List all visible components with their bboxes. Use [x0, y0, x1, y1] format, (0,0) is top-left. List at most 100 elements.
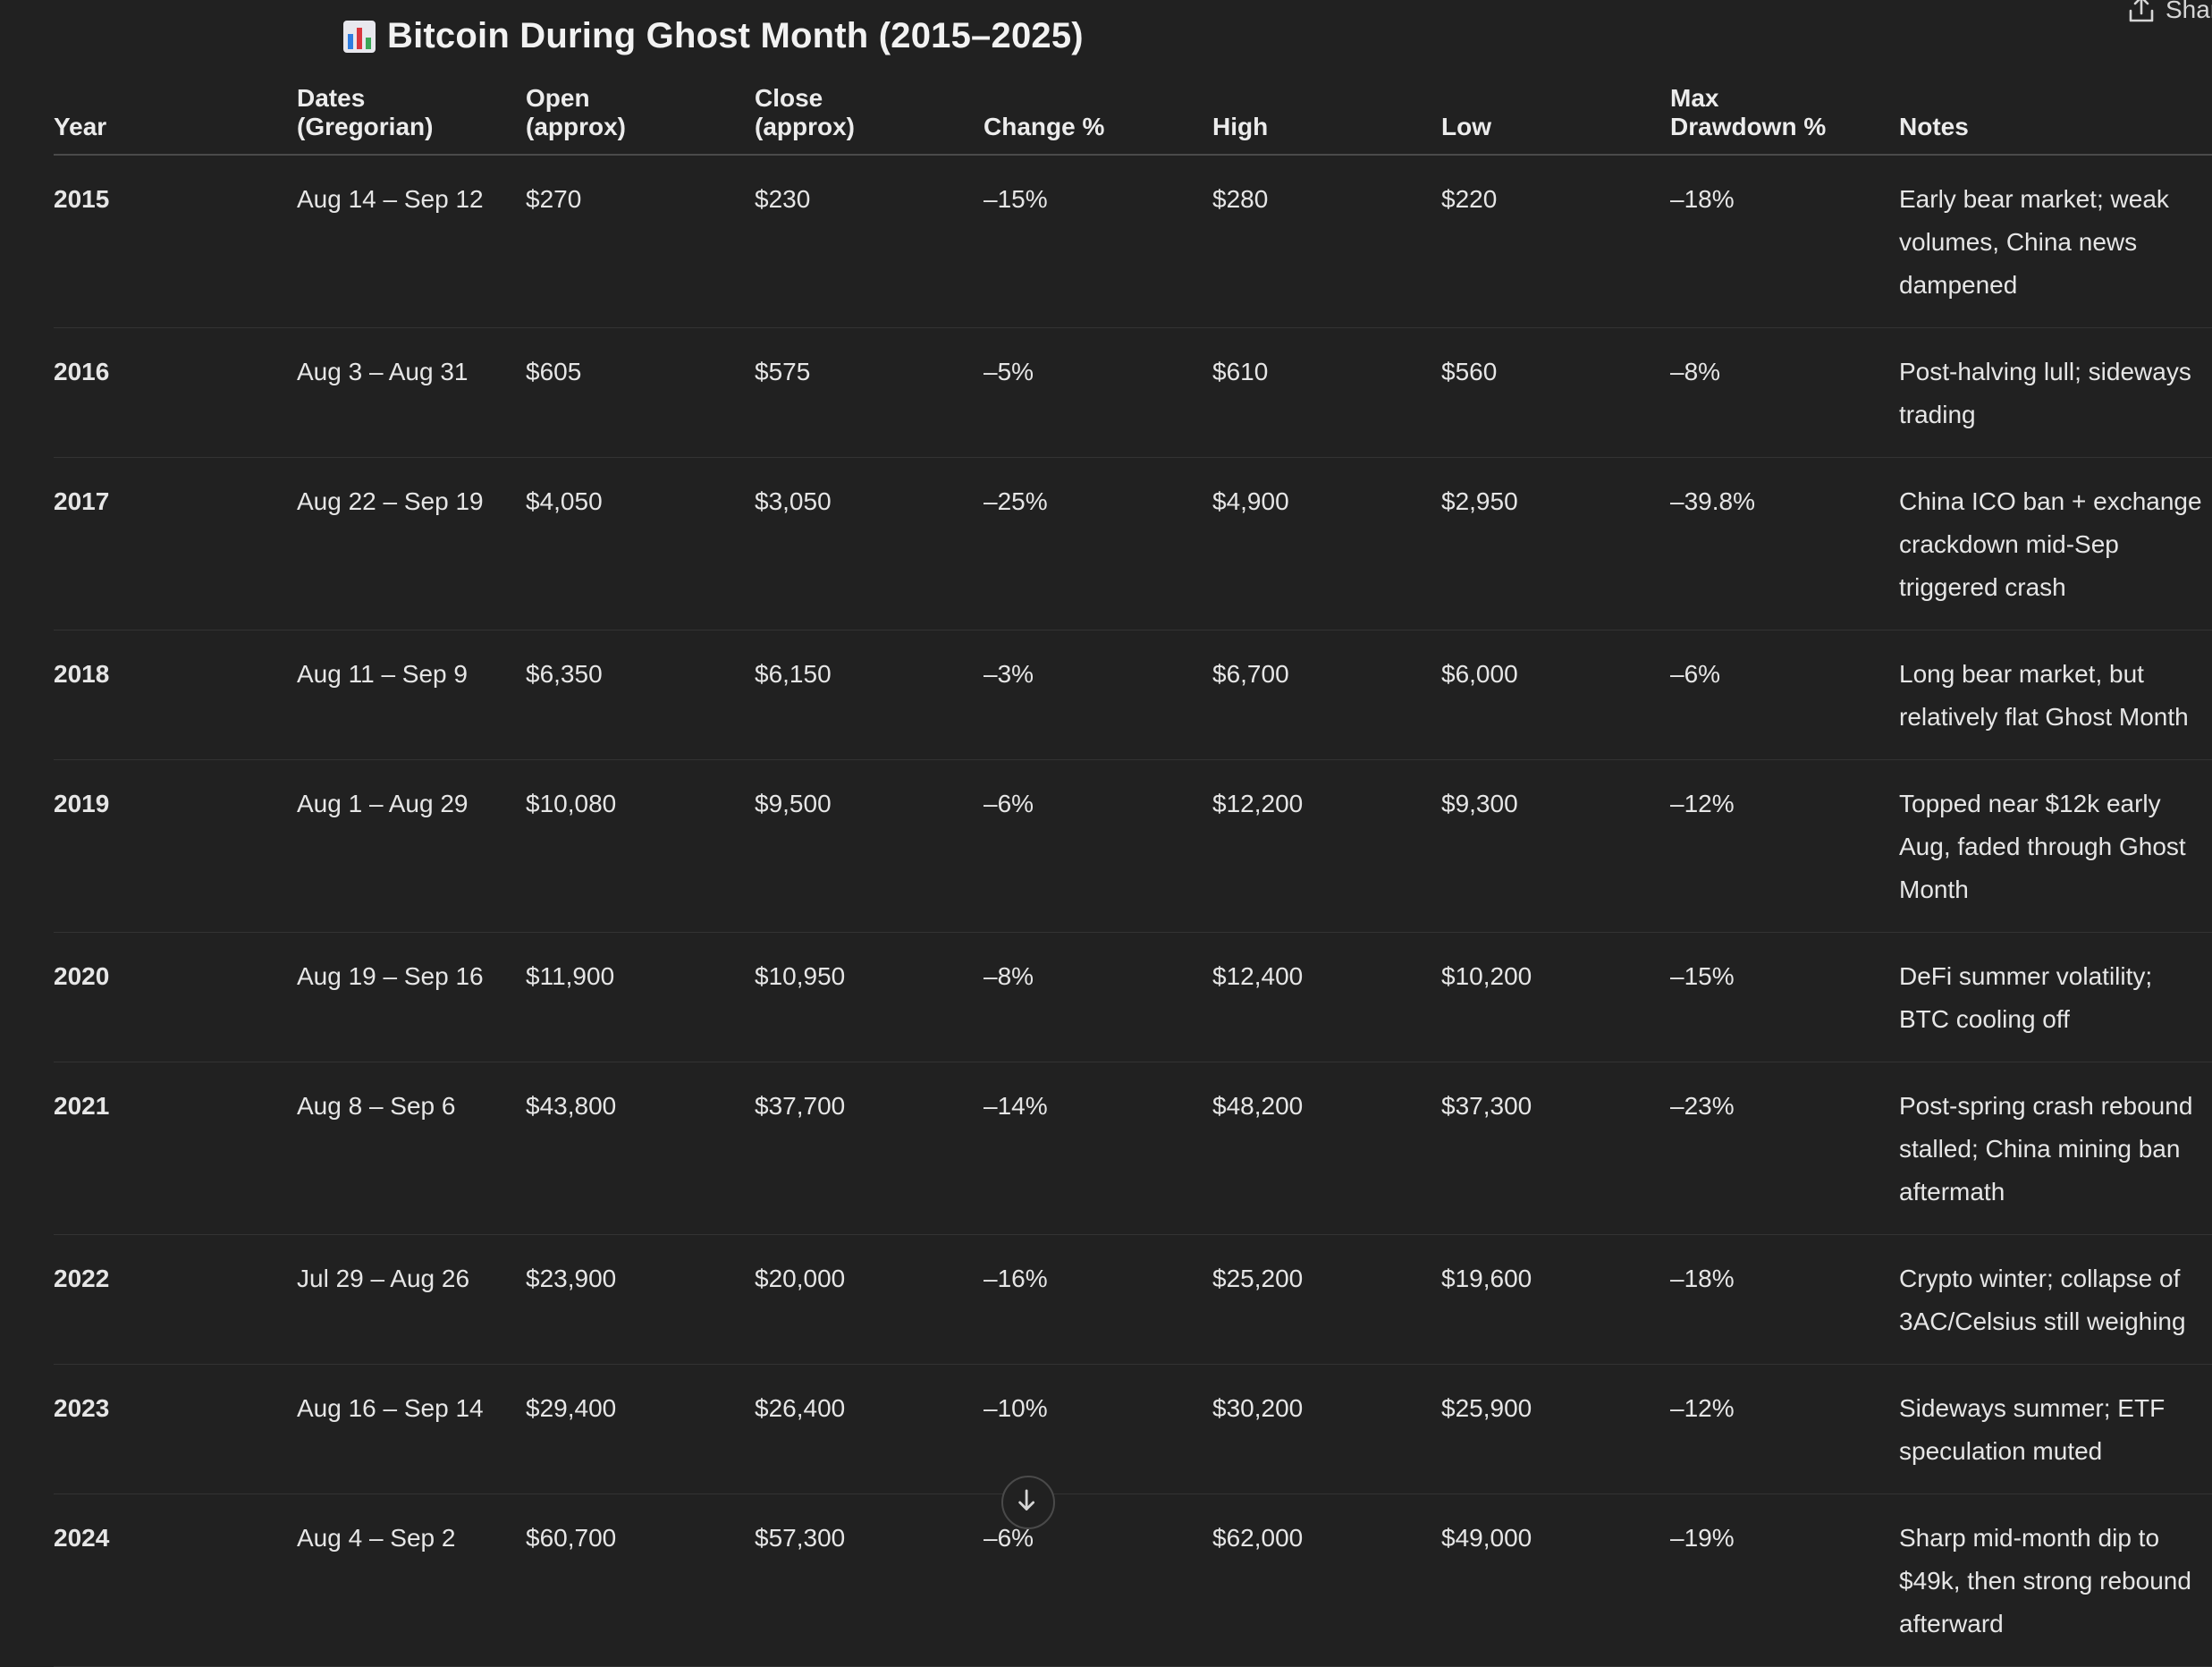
cell-dates: Jul 29 – Aug 26 [297, 1234, 526, 1365]
share-icon [2129, 0, 2154, 22]
cell-notes-text: Long bear market, but relatively flat Gh… [1899, 660, 2189, 731]
cell-dates: Aug 14 – Sep 12 [297, 155, 526, 328]
table-row: 2019 Aug 1 – Aug 29 $10,080 $9,500 –6% $12,20… [54, 759, 2212, 933]
cell-change: –25% [984, 457, 1212, 630]
cell-high: $12,400 [1212, 932, 1441, 1062]
cell-year: 2023 [54, 1364, 297, 1494]
cell-open: $10,080 [526, 759, 755, 933]
header-change: Change % [984, 79, 1212, 156]
cell-drawdown: –19% [1670, 1494, 1899, 1667]
cell-dates: Aug 8 – Sep 6 [297, 1062, 526, 1235]
header-low: Low [1441, 79, 1670, 156]
cell-high: $280 [1212, 155, 1441, 328]
header-drawdown: Max Drawdown % [1670, 79, 1899, 156]
cell-notes: Long bear market, but relatively flat Gh… [1899, 630, 2212, 760]
scroll-down-button[interactable] [1001, 1476, 1055, 1529]
cell-change: –10% [984, 1364, 1212, 1494]
ghost-month-table: Year Dates (Gregorian) Open (approx) Clo… [54, 79, 2212, 1667]
cell-open: $270 [526, 155, 755, 328]
cell-low: $25,900 [1441, 1364, 1670, 1494]
cell-year: 2015 [54, 155, 297, 328]
cell-change: –3% [984, 630, 1212, 760]
cell-notes-text: DeFi summer volatility; BTC cooling off [1899, 962, 2153, 1033]
page-title-text: Bitcoin During Ghost Month (2015–2025) [387, 16, 1084, 55]
cell-year: 2018 [54, 630, 297, 760]
cell-drawdown: –18% [1670, 1234, 1899, 1365]
cell-drawdown: –6% [1670, 630, 1899, 760]
cell-notes-text: Topped near $12k early Aug, faded throug… [1899, 790, 2186, 903]
header-year: Year [54, 79, 297, 156]
cell-low: $37,300 [1441, 1062, 1670, 1235]
cell-year: 2024 [54, 1494, 297, 1667]
cell-dates: Aug 1 – Aug 29 [297, 759, 526, 933]
cell-drawdown: –23% [1670, 1062, 1899, 1235]
table-row: 2023 Aug 16 – Sep 14 $29,400 $26,400 –10% $30… [54, 1364, 2212, 1494]
share-label: Share [2166, 0, 2212, 23]
table-row: 2016 Aug 3 – Aug 31 $605 $575 –5% $610 $560 –8%… [54, 327, 2212, 458]
table-row: 2018 Aug 11 – Sep 9 $6,350 $6,150 –3% $6,700 $… [54, 630, 2212, 760]
cell-notes: Post-halving lull; sideways trading [1899, 327, 2212, 458]
cell-high: $48,200 [1212, 1062, 1441, 1235]
cell-notes-text: Crypto winter; collapse of 3AC/Celsius s… [1899, 1265, 2186, 1335]
cell-dates: Aug 16 – Sep 14 [297, 1364, 526, 1494]
header-high: High [1212, 79, 1441, 156]
cell-drawdown: –39.8% [1670, 457, 1899, 630]
cell-low: $220 [1441, 155, 1670, 328]
cell-close: $26,400 [755, 1364, 984, 1494]
table-row: 2020 Aug 19 – Sep 16 $11,900 $10,950 –8% $12,… [54, 932, 2212, 1062]
header-notes: Notes [1899, 79, 2212, 156]
cell-high: $12,200 [1212, 759, 1441, 933]
cell-low: $560 [1441, 327, 1670, 458]
cell-high: $25,200 [1212, 1234, 1441, 1365]
header-close: Close (approx) [755, 79, 984, 156]
cell-low: $6,000 [1441, 630, 1670, 760]
cell-drawdown: –12% [1670, 1364, 1899, 1494]
cell-change: –5% [984, 327, 1212, 458]
cell-low: $19,600 [1441, 1234, 1670, 1365]
cell-drawdown: –18% [1670, 155, 1899, 328]
cell-high: $6,700 [1212, 630, 1441, 760]
table-row: 2022 Jul 29 – Aug 26 $23,900 $20,000 –16% $25… [54, 1234, 2212, 1365]
cell-open: $4,050 [526, 457, 755, 630]
cell-year: 2021 [54, 1062, 297, 1235]
cell-drawdown: –15% [1670, 932, 1899, 1062]
cell-close: $57,300 [755, 1494, 984, 1667]
share-button[interactable]: Share [2126, 0, 2212, 25]
cell-close: $9,500 [755, 759, 984, 933]
table-row: 2024 Aug 4 – Sep 2 $60,700 $57,300 –6% $62,00… [54, 1494, 2212, 1667]
cell-high: $30,200 [1212, 1364, 1441, 1494]
cell-notes-text: Post-halving lull; sideways trading [1899, 358, 2191, 428]
chart-icon [343, 20, 376, 53]
cell-notes: China ICO ban + exchange crackdown mid-S… [1899, 457, 2212, 630]
cell-change: –16% [984, 1234, 1212, 1365]
cell-open: $11,900 [526, 932, 755, 1062]
cell-open: $23,900 [526, 1234, 755, 1365]
cell-open: $605 [526, 327, 755, 458]
cell-notes-text: China ICO ban + exchange crackdown mid-S… [1899, 487, 2202, 601]
cell-dates: Aug 22 – Sep 19 [297, 457, 526, 630]
cell-drawdown: –12% [1670, 759, 1899, 933]
cell-dates: Aug 11 – Sep 9 [297, 630, 526, 760]
cell-notes-text: Sharp mid-month dip to $49k, then strong… [1899, 1524, 2191, 1637]
cell-close: $37,700 [755, 1062, 984, 1235]
cell-close: $230 [755, 155, 984, 328]
cell-low: $9,300 [1441, 759, 1670, 933]
table-row: 2017 Aug 22 – Sep 19 $4,050 $3,050 –25% $4,90… [54, 457, 2212, 630]
cell-notes-text: Sideways summer; ETF speculation muted [1899, 1394, 2166, 1465]
cell-change: –8% [984, 932, 1212, 1062]
cell-year: 2022 [54, 1234, 297, 1365]
cell-drawdown: –8% [1670, 327, 1899, 458]
header-open: Open (approx) [526, 79, 755, 156]
cell-notes-text: Early bear market; weak volumes, China n… [1899, 185, 2169, 299]
cell-dates: Aug 4 – Sep 2 [297, 1494, 526, 1667]
cell-close: $10,950 [755, 932, 984, 1062]
cell-high: $4,900 [1212, 457, 1441, 630]
cell-notes: Topped near $12k early Aug, faded throug… [1899, 759, 2212, 933]
table-header-row: Year Dates (Gregorian) Open (approx) Clo… [54, 79, 2212, 156]
header-dates: Dates (Gregorian) [297, 79, 526, 156]
cell-year: 2016 [54, 327, 297, 458]
cell-close: $575 [755, 327, 984, 458]
cell-high: $610 [1212, 327, 1441, 458]
cell-close: $6,150 [755, 630, 984, 760]
cell-open: $29,400 [526, 1364, 755, 1494]
